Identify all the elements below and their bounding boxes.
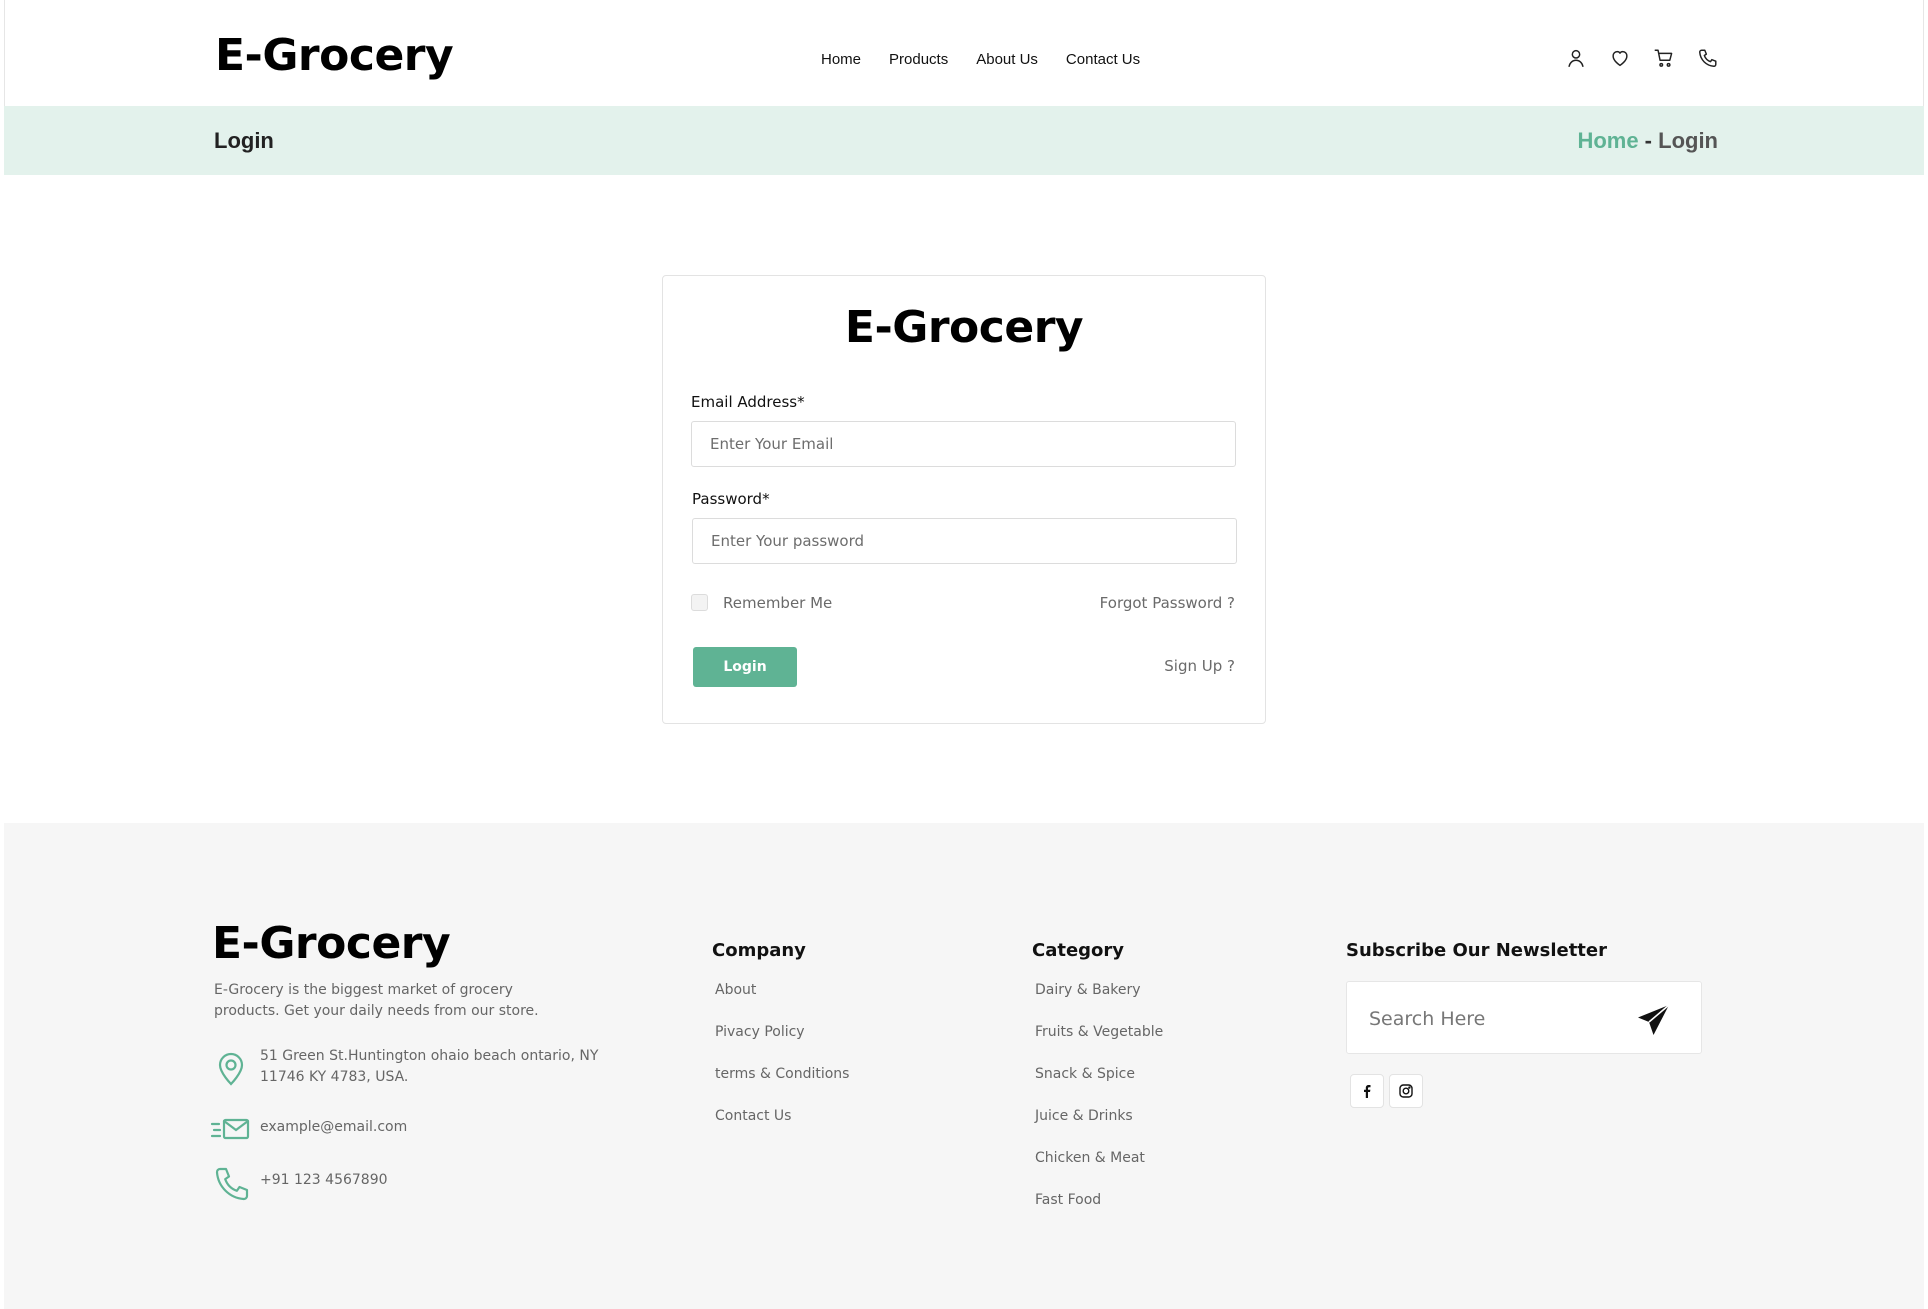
cart-icon[interactable] [1653,47,1675,69]
forgot-password-link[interactable]: Forgot Password ? [1100,594,1235,612]
footer-link-about[interactable]: About [715,980,849,1022]
email-text[interactable]: example@email.com [260,1117,407,1138]
password-field[interactable] [692,518,1237,564]
nav-home[interactable]: Home [821,51,861,68]
email-label: Email Address* [691,393,805,411]
mail-icon [210,1109,252,1151]
breadcrumb-home-link[interactable]: Home [1577,128,1638,153]
category-link-chicken-meat[interactable]: Chicken & Meat [1035,1148,1163,1190]
category-link-fruits-vegetable[interactable]: Fruits & Vegetable [1035,1022,1163,1064]
footer-phone: +91 123 4567890 [210,1162,388,1204]
instagram-icon[interactable] [1389,1074,1423,1108]
footer-description: E-Grocery is the biggest market of groce… [214,982,539,1019]
site-header: E-Grocery Home Products About Us Contact… [4,0,1924,106]
site-footer: E-Grocery E-Grocery is the biggest marke… [4,823,1924,1309]
footer-link-contact-us[interactable]: Contact Us [715,1106,849,1148]
category-link-snack-spice[interactable]: Snack & Spice [1035,1064,1163,1106]
login-card: E-Grocery Email Address* Password* Remem… [662,275,1266,724]
company-links: About Pivacy Policy terms & Conditions C… [715,980,849,1148]
footer-address: 51 Green St.Huntington ohaio beach ontar… [210,1046,600,1088]
category-link-dairy-bakery[interactable]: Dairy & Bakery [1035,980,1163,1022]
footer-link-privacy-policy[interactable]: Pivacy Policy [715,1022,849,1064]
footer-logo[interactable]: E-Grocery [212,918,451,969]
remember-me-checkbox[interactable] [691,594,708,611]
remember-me-label[interactable]: Remember Me [723,594,832,612]
password-label: Password* [692,490,770,508]
footer-link-terms[interactable]: terms & Conditions [715,1064,849,1106]
category-link-fast-food[interactable]: Fast Food [1035,1190,1163,1232]
phone-icon[interactable] [1697,47,1719,69]
main-nav: Home Products About Us Contact Us [821,51,1168,68]
newsletter-input[interactable] [1369,1004,1629,1034]
heart-icon[interactable] [1609,47,1631,69]
site-logo[interactable]: E-Grocery [215,30,454,81]
nav-products[interactable]: Products [889,51,948,68]
sign-up-link[interactable]: Sign Up ? [1164,657,1235,675]
category-title: Category [1032,940,1125,961]
breadcrumb-bar: Login Home - Login [4,106,1924,175]
nav-about-us[interactable]: About Us [976,51,1038,68]
category-links: Dairy & Bakery Fruits & Vegetable Snack … [1035,980,1163,1232]
login-button[interactable]: Login [693,647,797,687]
newsletter-title: Subscribe Our Newsletter [1346,940,1607,961]
newsletter-form [1346,981,1702,1054]
user-icon[interactable] [1565,47,1587,69]
login-logo: E-Grocery [844,302,1084,353]
phone-icon [210,1162,252,1204]
location-pin-icon [210,1046,252,1088]
email-field[interactable] [691,421,1236,467]
footer-email: example@email.com [210,1109,407,1151]
nav-contact-us[interactable]: Contact Us [1066,51,1140,68]
address-text: 51 Green St.Huntington ohaio beach ontar… [260,1048,599,1085]
facebook-icon[interactable] [1350,1074,1384,1108]
company-title: Company [712,940,806,961]
category-link-juice-drinks[interactable]: Juice & Drinks [1035,1106,1163,1148]
breadcrumb: Home - Login [1577,128,1718,154]
header-icons [1565,47,1719,69]
page-title: Login [214,128,274,153]
phone-text[interactable]: +91 123 4567890 [260,1170,388,1191]
breadcrumb-separator: - [1638,128,1659,153]
breadcrumb-current: Login [1658,128,1718,153]
send-icon[interactable] [1637,1004,1671,1036]
